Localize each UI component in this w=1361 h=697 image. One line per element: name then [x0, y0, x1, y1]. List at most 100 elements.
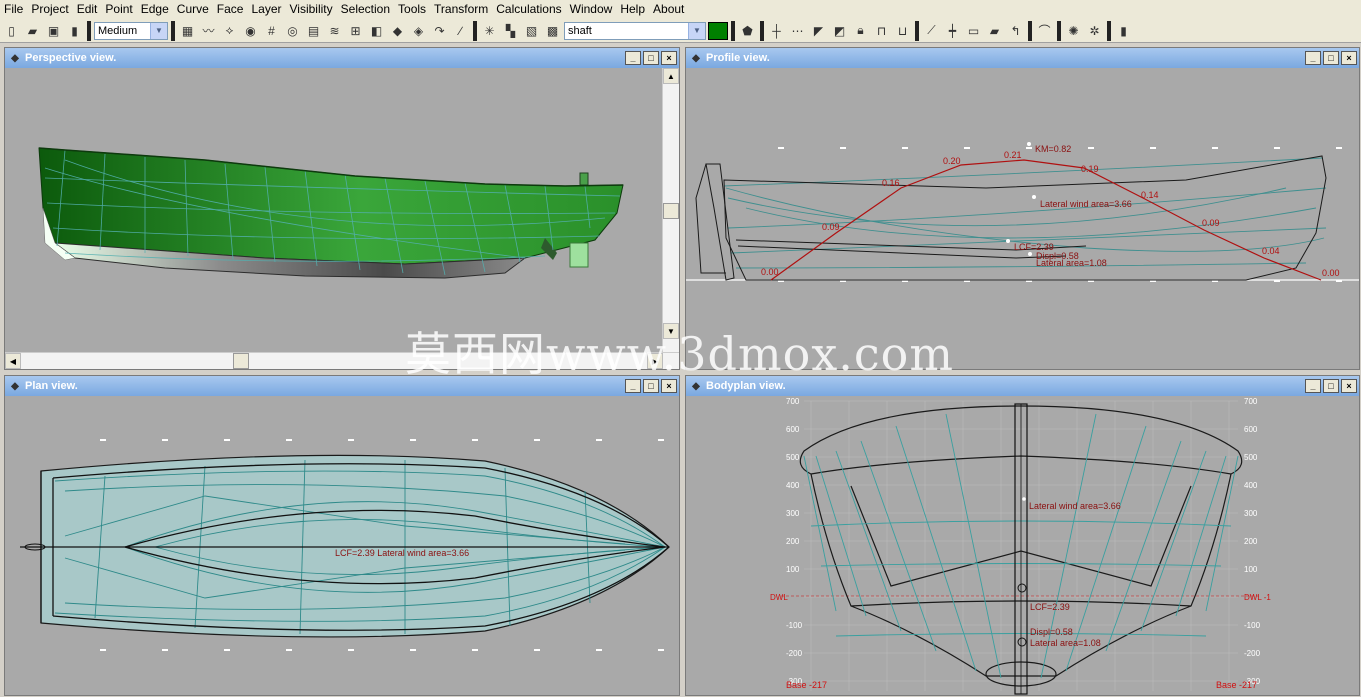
menu-point[interactable]: Point [101, 0, 136, 19]
menu-file[interactable]: File [0, 0, 27, 19]
open-folder-icon[interactable]: ▰ [23, 21, 42, 40]
menu-help[interactable]: Help [616, 0, 649, 19]
scroll-left-icon[interactable]: ◀ [5, 353, 21, 369]
menu-visibility[interactable]: Visibility [286, 0, 337, 19]
window-icon: ◆ [692, 380, 700, 392]
profile-view-titlebar[interactable]: ◆ Profile view. _ □ × [686, 48, 1359, 68]
intersect-layers-icon[interactable]: ◩ [830, 21, 849, 40]
menu-transform[interactable]: Transform [430, 0, 492, 19]
perspective-view-titlebar[interactable]: ◆ Perspective view. _ □ × [5, 48, 679, 68]
minimize-icon[interactable]: _ [625, 51, 641, 65]
chevron-down-icon[interactable]: ▼ [688, 22, 705, 39]
plan-canvas[interactable]: LCF=2.39 Lateral wind area=3.66 [5, 396, 679, 695]
bodyplan-view-window[interactable]: ◆ Bodyplan view. _ □ × 700 600 500 400 3… [685, 375, 1360, 696]
maximize-icon[interactable]: □ [1323, 379, 1339, 393]
hydro-features-icon[interactable]: ◆ [388, 21, 407, 40]
plan-view-titlebar[interactable]: ◆ Plan view. _ □ × [5, 376, 679, 396]
close-icon[interactable]: × [1341, 51, 1357, 65]
menu-about[interactable]: About [649, 0, 688, 19]
new-curve-icon[interactable]: ⌒ [1035, 21, 1054, 40]
close-icon[interactable]: × [661, 379, 677, 393]
menu-face[interactable]: Face [213, 0, 248, 19]
menu-selection[interactable]: Selection [337, 0, 394, 19]
perspective-vertical-scrollbar[interactable]: ▲ ▼ [662, 68, 679, 355]
new-file-icon[interactable]: ▯ [2, 21, 21, 40]
plan-view-window[interactable]: ◆ Plan view. _ □ × LCF=2.39 Lateral wind… [4, 375, 680, 696]
layer-color-swatch[interactable] [708, 21, 728, 40]
menu-tools[interactable]: Tools [394, 0, 430, 19]
chevron-down-icon[interactable]: ▼ [150, 22, 167, 39]
curvature-icon[interactable]: ◈ [409, 21, 428, 40]
menu-layer[interactable]: Layer [247, 0, 285, 19]
layer-visibility-icon[interactable]: ▩ [543, 21, 562, 40]
magenta-curve-icon[interactable]: ↷ [430, 21, 449, 40]
remove-unused-icon[interactable]: ✲ [1085, 21, 1104, 40]
bodyplan-view-titlebar[interactable]: ◆ Bodyplan view. _ □ × [686, 376, 1359, 396]
perspective-horizontal-scrollbar[interactable]: ◀ ▶ [5, 352, 679, 369]
buttocks-icon[interactable]: ≋ [325, 21, 344, 40]
minimize-icon[interactable]: _ [1305, 51, 1321, 65]
collapse-point-icon[interactable]: ◤ [809, 21, 828, 40]
add-point-icon[interactable]: ┼ [767, 21, 786, 40]
shield-icon[interactable]: ⬟ [738, 21, 757, 40]
grid-icon[interactable]: # [262, 21, 281, 40]
curve-icon[interactable]: ∕ [451, 21, 470, 40]
layers-icon[interactable]: ▚ [501, 21, 520, 40]
unlock-all-icon[interactable]: ⊔ [893, 21, 912, 40]
waterlines-icon[interactable]: ⊞ [346, 21, 365, 40]
maximize-icon[interactable]: □ [643, 51, 659, 65]
diagonals-icon[interactable]: ◧ [367, 21, 386, 40]
bodyplan-canvas[interactable]: 700 600 500 400 300 200 100 DWL -100 -20… [686, 396, 1359, 695]
mirror-icon[interactable]: ✳ [480, 21, 499, 40]
unlock-icon[interactable]: ⊓ [872, 21, 891, 40]
precision-select[interactable]: Medium ▼ [94, 21, 168, 40]
menu-calculations[interactable]: Calculations [492, 0, 565, 19]
tick-label: 700 [1244, 397, 1258, 406]
layer-properties-icon[interactable]: ▧ [522, 21, 541, 40]
tick-label: -200 [786, 649, 803, 658]
scroll-thumb[interactable] [663, 203, 679, 219]
menu-project[interactable]: Project [27, 0, 72, 19]
maximize-icon[interactable]: □ [1323, 51, 1339, 65]
perspective-canvas[interactable] [5, 68, 665, 355]
minimize-icon[interactable]: _ [1305, 379, 1321, 393]
minimize-icon[interactable]: _ [625, 379, 641, 393]
close-icon[interactable]: × [661, 51, 677, 65]
split-edge-icon[interactable]: ⟋ [922, 21, 941, 40]
menu-window[interactable]: Window [566, 0, 617, 19]
scroll-thumb[interactable] [233, 353, 249, 369]
scroll-down-icon[interactable]: ▼ [663, 323, 679, 339]
menu-edit[interactable]: Edit [73, 0, 102, 19]
menu-edge[interactable]: Edge [137, 0, 173, 19]
flowlines-icon[interactable]: ⟡ [220, 21, 239, 40]
profile-view-window[interactable]: ◆ Profile view. _ □ × 0.00 0.09 0.16 0.2… [685, 47, 1360, 370]
face-icon[interactable]: ▰ [985, 21, 1004, 40]
stations-icon[interactable]: ▤ [304, 21, 323, 40]
connect-edges-icon[interactable]: ┿ [943, 21, 962, 40]
active-layer-select[interactable]: shaft ▼ [564, 21, 706, 40]
check-model-icon[interactable]: ✺ [1064, 21, 1083, 40]
profile-canvas[interactable]: 0.00 0.09 0.16 0.20 0.21 0.19 0.14 0.09 … [686, 68, 1359, 369]
insert-edge-icon[interactable]: ▭ [964, 21, 983, 40]
toolbar-separator [760, 20, 764, 41]
maximize-icon[interactable]: □ [643, 379, 659, 393]
scroll-right-icon[interactable]: ▶ [647, 353, 663, 369]
scroll-up-icon[interactable]: ▲ [663, 68, 679, 84]
markers-icon[interactable]: ◎ [283, 21, 302, 40]
tick-label: 600 [786, 425, 800, 434]
displacement-label: Displ=0.58 [1030, 627, 1073, 637]
insert-points-icon[interactable]: ⋯ [788, 21, 807, 40]
lock-icon[interactable]: 🔒︎ [851, 21, 870, 40]
design-hydrostatics-icon[interactable]: ▮ [1114, 21, 1133, 40]
lcf-label: LCF=2.39 [1030, 602, 1070, 612]
export-icon[interactable]: ▮ [65, 21, 84, 40]
window-icon: ◆ [11, 52, 19, 64]
control-net-icon[interactable]: ▦ [178, 21, 197, 40]
close-icon[interactable]: × [1341, 379, 1357, 393]
menu-curve[interactable]: Curve [173, 0, 213, 19]
interior-edges-icon[interactable]: 〰 [199, 21, 218, 40]
save-icon[interactable]: ▣ [44, 21, 63, 40]
crease-icon[interactable]: ↰ [1006, 21, 1025, 40]
shade-icon[interactable]: ◉ [241, 21, 260, 40]
perspective-view-window[interactable]: ◆ Perspective view. _ □ × ▲ ▼ ◀ ▶ [4, 47, 680, 370]
